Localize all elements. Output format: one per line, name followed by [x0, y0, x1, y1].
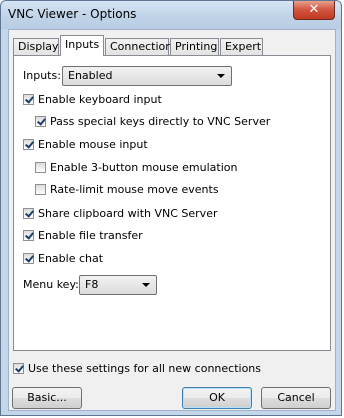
- tab-printing[interactable]: Printing: [170, 38, 219, 55]
- checkbox-rate-limit-mouse[interactable]: Rate-limit mouse move events: [35, 182, 219, 198]
- checkbox-pass-special-keys[interactable]: Pass special keys directly to VNC Server: [35, 114, 270, 130]
- chevron-down-icon: [142, 283, 150, 287]
- tab-expert[interactable]: Expert: [220, 38, 263, 55]
- title-bar[interactable]: VNC Viewer - Options ✕: [1, 1, 341, 29]
- tab-display[interactable]: Display: [13, 38, 59, 55]
- tab-inputs[interactable]: Inputs: [60, 35, 104, 56]
- checkbox-box[interactable]: [23, 139, 34, 150]
- checkbox-box[interactable]: [23, 208, 34, 219]
- checkbox-label: Enable keyboard input: [38, 93, 162, 106]
- checkbox-label: Enable file transfer: [38, 229, 143, 242]
- checkbox-label: Enable mouse input: [38, 138, 148, 151]
- checkbox-label: Enable chat: [38, 252, 104, 265]
- checkbox-box[interactable]: [23, 230, 34, 241]
- inputs-label: Inputs:: [23, 69, 61, 82]
- checkbox-label: Enable 3-button mouse emulation: [50, 161, 238, 174]
- checkbox-label: Rate-limit mouse move events: [50, 183, 219, 196]
- chevron-down-icon: [217, 74, 225, 78]
- checkbox-box[interactable]: [35, 116, 46, 127]
- checkbox-enable-chat[interactable]: Enable chat: [23, 251, 103, 267]
- menu-key-dropdown[interactable]: F8: [79, 275, 157, 295]
- cancel-button[interactable]: Cancel: [261, 387, 331, 409]
- menu-key-label: Menu key:: [23, 278, 79, 291]
- options-dialog: VNC Viewer - Options ✕ Display Inputs Co…: [0, 0, 342, 416]
- checkbox-box[interactable]: [23, 94, 34, 105]
- checkbox-label: Pass special keys directly to VNC Server: [50, 115, 271, 128]
- checkbox-box[interactable]: [35, 184, 46, 195]
- dialog-body: Display Inputs Connection Printing Exper…: [8, 29, 336, 411]
- checkbox-use-for-all-connections[interactable]: Use these settings for all new connectio…: [13, 361, 261, 377]
- inputs-dropdown[interactable]: Enabled: [62, 66, 232, 86]
- inputs-dropdown-value: Enabled: [68, 69, 113, 82]
- basic-button[interactable]: Basic...: [12, 387, 82, 409]
- checkbox-enable-mouse[interactable]: Enable mouse input: [23, 137, 148, 153]
- checkbox-enable-keyboard[interactable]: Enable keyboard input: [23, 92, 162, 108]
- checkbox-share-clipboard[interactable]: Share clipboard with VNC Server: [23, 206, 217, 222]
- close-button[interactable]: ✕: [293, 1, 335, 20]
- inputs-tab-panel: Inputs: Enabled Enable keyboard input Pa…: [13, 55, 331, 351]
- menu-key-value: F8: [85, 278, 99, 291]
- close-icon: ✕: [308, 2, 320, 17]
- checkbox-file-transfer[interactable]: Enable file transfer: [23, 228, 143, 244]
- checkbox-box[interactable]: [23, 253, 34, 264]
- checkbox-3-button-emulation[interactable]: Enable 3-button mouse emulation: [35, 160, 237, 176]
- checkbox-box[interactable]: [35, 162, 46, 173]
- checkbox-box[interactable]: [13, 363, 24, 374]
- ok-button[interactable]: OK: [182, 387, 252, 409]
- tab-connection[interactable]: Connection: [105, 38, 172, 55]
- checkbox-label: Use these settings for all new connectio…: [28, 362, 261, 375]
- window-title: VNC Viewer - Options: [8, 7, 137, 21]
- checkbox-label: Share clipboard with VNC Server: [38, 207, 218, 220]
